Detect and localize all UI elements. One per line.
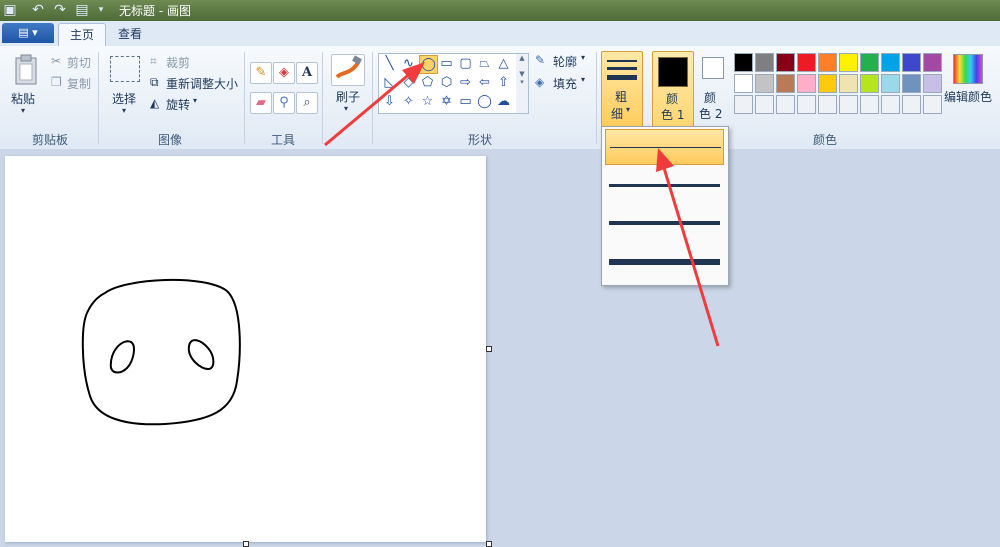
arrow-to-size-option bbox=[656, 148, 720, 347]
annotation-arrows bbox=[324, 62, 720, 347]
arrow-to-oval-icon bbox=[324, 62, 425, 147]
